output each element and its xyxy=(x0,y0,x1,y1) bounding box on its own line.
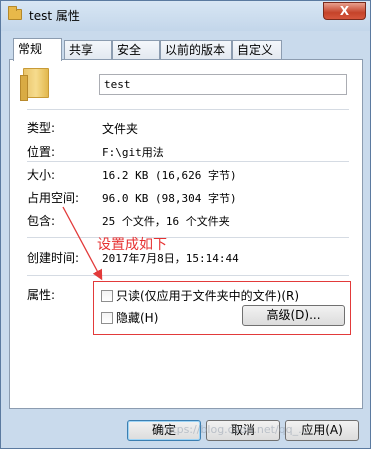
hidden-checkbox[interactable] xyxy=(101,311,113,324)
contains-value: 25 个文件，16 个文件夹 xyxy=(102,215,230,228)
hidden-checkbox-row[interactable]: 隐藏(H) xyxy=(101,309,159,325)
tab-sharing[interactable]: 共享 xyxy=(64,40,112,60)
window-title: test 属性 xyxy=(29,9,80,23)
tab-customize[interactable]: 自定义 xyxy=(232,40,282,60)
readonly-checkbox-row[interactable]: 只读(仅应用于文件夹中的文件)(R) xyxy=(101,287,300,303)
location-label: 位置: xyxy=(27,145,56,159)
separator xyxy=(27,237,349,238)
folder-icon xyxy=(8,6,22,20)
close-button[interactable]: X xyxy=(323,2,366,20)
created-label: 创建时间: xyxy=(27,251,80,265)
tab-previous-versions[interactable]: 以前的版本 xyxy=(160,40,232,60)
location-value: F:\git用法 xyxy=(102,146,164,159)
folder-name-input[interactable]: test xyxy=(99,74,347,95)
advanced-button[interactable]: 高级(D)... xyxy=(242,305,345,326)
separator xyxy=(27,109,349,110)
size-label: 大小: xyxy=(27,168,56,182)
size-on-disk-label: 占用空间: xyxy=(27,191,80,205)
size-on-disk-value: 96.0 KB (98,304 字节) xyxy=(102,192,237,205)
tab-general[interactable]: 常规 xyxy=(13,38,62,61)
watermark: https://blog.csdn.net/qq_... xyxy=(161,423,309,436)
separator xyxy=(27,275,349,276)
attributes-label: 属性: xyxy=(27,288,56,302)
type-label: 类型: xyxy=(27,121,56,135)
type-value: 文件夹 xyxy=(102,122,139,136)
contains-label: 包含: xyxy=(27,214,56,228)
tab-security[interactable]: 安全 xyxy=(112,40,160,60)
hidden-label: 隐藏(H) xyxy=(116,311,159,325)
size-value: 16.2 KB (16,626 字节) xyxy=(102,169,237,182)
general-panel xyxy=(9,59,363,409)
readonly-checkbox[interactable] xyxy=(101,289,113,302)
readonly-label: 只读(仅应用于文件夹中的文件)(R) xyxy=(116,289,300,303)
title-bar: test 属性 X xyxy=(1,1,370,31)
folder-large-icon xyxy=(20,68,49,101)
separator xyxy=(27,161,349,162)
properties-dialog: test 属性 X 常规 共享 安全 以前的版本 自定义 test 类型: 文件… xyxy=(0,0,371,449)
annotation-text: 设置成如下 xyxy=(97,237,167,253)
